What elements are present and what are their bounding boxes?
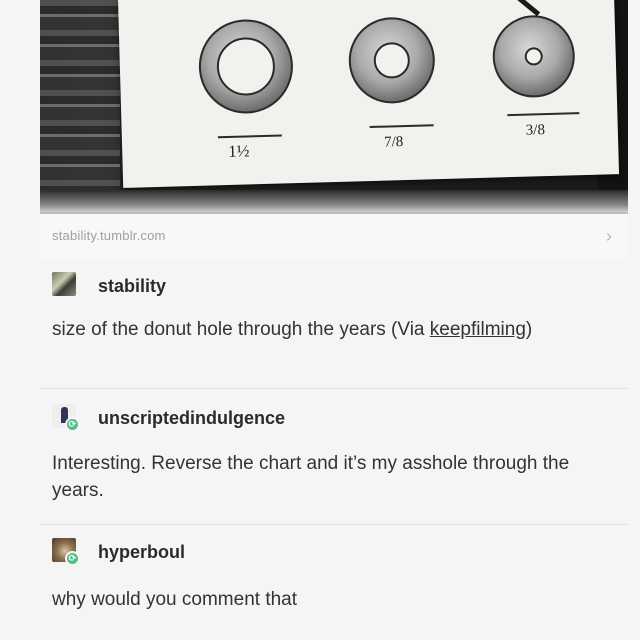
label-seven-eighths: 7/8: [384, 134, 404, 151]
photo-avatar-icon[interactable]: [52, 272, 76, 296]
post-unscriptedindulgence: ⟳ unscriptedindulgence Interesting. Reve…: [52, 404, 612, 514]
label-rule-3: [507, 112, 580, 117]
post-divider: [40, 524, 628, 525]
label-rule-1: [217, 134, 282, 139]
label-one-and-half: 1½: [228, 141, 250, 161]
post-username[interactable]: hyperboul: [98, 542, 185, 563]
post-body: why would you comment that: [52, 589, 298, 610]
chart-board: 1½ 7/8 3/8: [118, 0, 620, 188]
post-text-after: ): [525, 319, 533, 340]
source-link-bar[interactable]: stability.tumblr.com ›: [40, 212, 628, 258]
post-hyperboul: ⟳ hyperboul why would you comment that: [52, 538, 612, 618]
post-stability: stability size of the donut hole through…: [52, 272, 612, 382]
via-link[interactable]: keepfilming: [430, 319, 526, 340]
post-text-before: size of the donut hole through the years…: [52, 319, 430, 340]
photo-background-clutter: [40, 0, 120, 212]
donut-small-hole: [492, 15, 575, 98]
post-divider: [40, 388, 628, 389]
post-body: size of the donut hole through the years…: [52, 316, 592, 343]
chevron-right-icon[interactable]: ›: [606, 226, 612, 247]
donut-drawings: 1½ 7/8 3/8: [198, 0, 580, 161]
post-username[interactable]: unscriptedindulgence: [98, 408, 285, 429]
tumblr-post-screenshot: 1½ 7/8 3/8 stability.tumblr.com › stabil…: [0, 0, 640, 640]
label-rule-2: [369, 124, 434, 129]
pointer-stick: [506, 0, 541, 17]
reblog-icon: ⟳: [65, 417, 80, 432]
reblog-icon: ⟳: [65, 551, 80, 566]
donut-large-hole: [198, 19, 293, 114]
post-username[interactable]: stability: [98, 276, 166, 297]
post-body: Interesting. Reverse the chart and it’s …: [52, 453, 570, 501]
photo-bottom-edge: [40, 190, 628, 212]
label-three-eighths: 3/8: [526, 122, 546, 139]
donut-chart-photo: 1½ 7/8 3/8: [40, 0, 628, 212]
source-link-url[interactable]: stability.tumblr.com: [52, 228, 166, 243]
donut-medium-hole: [348, 17, 435, 104]
